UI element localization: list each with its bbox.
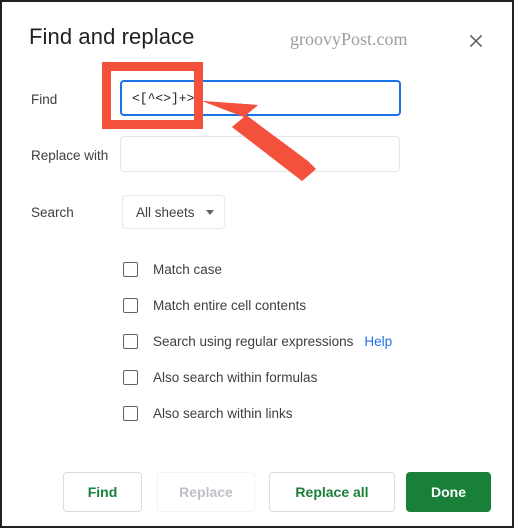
- checkbox-icon[interactable]: [123, 333, 138, 349]
- option-match-entire-cell-contents[interactable]: Match entire cell contents: [123, 287, 463, 323]
- option-also-search-within-formulas[interactable]: Also search within formulas: [123, 359, 463, 395]
- watermark-text: groovyPost.com: [290, 29, 408, 49]
- find-label: Find: [31, 92, 58, 107]
- option-label: Match entire cell contents: [153, 297, 307, 313]
- replace-button: Replace: [157, 472, 255, 512]
- option-label: Match case: [153, 261, 223, 277]
- done-button[interactable]: Done: [406, 472, 491, 512]
- replace-with-label: Replace with: [31, 148, 109, 163]
- option-label: Also search within formulas: [153, 369, 318, 385]
- regex-help-link[interactable]: Help: [364, 334, 392, 349]
- find-and-replace-dialog: Find and replace groovyPost.com Find <[^…: [0, 0, 514, 528]
- checkbox-icon[interactable]: [123, 369, 138, 385]
- chevron-down-icon: [205, 209, 214, 215]
- dialog-header: Find and replace groovyPost.com: [2, 2, 512, 64]
- search-scope-value: All sheets: [136, 204, 195, 220]
- search-options-list: Match case Match entire cell contents Se…: [123, 251, 463, 431]
- search-label: Search: [31, 205, 74, 220]
- find-button[interactable]: Find: [63, 472, 142, 512]
- checkbox-icon[interactable]: [123, 261, 138, 277]
- option-label: Also search within links: [153, 405, 293, 421]
- find-input[interactable]: <[^<>]+>: [120, 80, 401, 116]
- close-icon[interactable]: [462, 27, 490, 55]
- option-search-using-regular-expressions[interactable]: Search using regular expressions Help: [123, 323, 463, 359]
- search-scope-dropdown[interactable]: All sheets: [122, 195, 225, 229]
- replace-with-input[interactable]: [120, 136, 400, 172]
- option-also-search-within-links[interactable]: Also search within links: [123, 395, 463, 431]
- dialog-footer: Find Replace Replace all Done: [2, 472, 512, 514]
- checkbox-icon[interactable]: [123, 405, 138, 421]
- checkbox-icon[interactable]: [123, 297, 138, 313]
- option-label: Search using regular expressions: [153, 333, 354, 349]
- page-title: Find and replace: [29, 24, 195, 49]
- replace-all-button[interactable]: Replace all: [269, 472, 395, 512]
- option-match-case[interactable]: Match case: [123, 251, 463, 287]
